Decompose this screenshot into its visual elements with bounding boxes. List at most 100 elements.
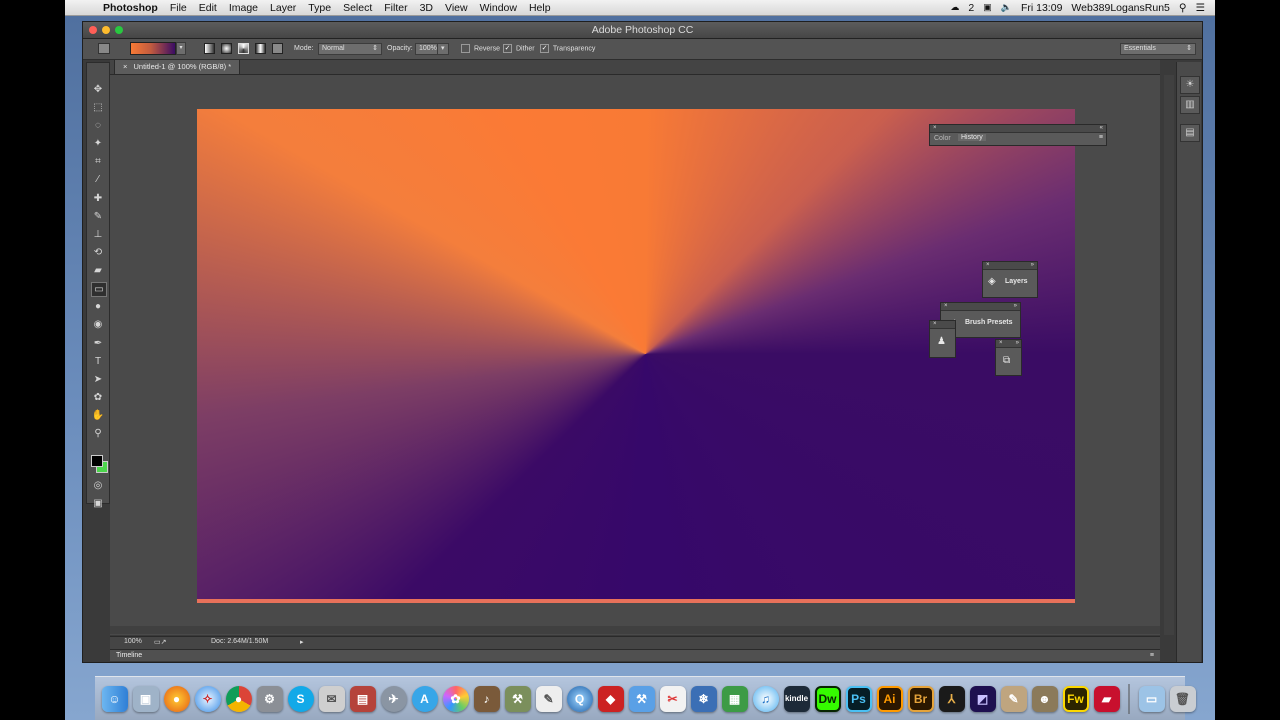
close-window-button[interactable] [89, 26, 97, 34]
system-preferences-icon[interactable]: ⚙ [256, 685, 283, 712]
reflected-gradient-icon[interactable] [255, 43, 266, 54]
acrobat-icon[interactable]: ⅄ [938, 685, 965, 712]
status-preview-icon[interactable]: ▭↗ [154, 638, 166, 646]
tool-presets-panel[interactable]: × ♟ [929, 320, 956, 358]
tab-history[interactable]: History [958, 134, 986, 141]
close-panel-icon[interactable]: × [944, 303, 948, 309]
menu-help[interactable]: Help [529, 2, 551, 14]
quicktime-icon[interactable]: Q [566, 685, 593, 712]
menu-view[interactable]: View [445, 2, 468, 14]
menu-type[interactable]: Type [308, 2, 331, 14]
eraser-tool-icon[interactable]: ▰ [91, 264, 105, 277]
illustrator-icon[interactable]: Ai [876, 685, 903, 712]
photoshop-icon[interactable]: Ps [845, 685, 872, 712]
preview-icon[interactable]: ▣ [132, 685, 159, 712]
timeline-menu-icon[interactable]: ≡ [1150, 650, 1154, 661]
xcode-icon[interactable]: ⚒ [628, 685, 655, 712]
media-encoder-icon[interactable]: ◩ [969, 685, 996, 712]
blur-tool-icon[interactable]: ● [91, 300, 105, 313]
dither-checkbox[interactable]: ✓ [503, 44, 512, 53]
crop-tool-icon[interactable]: ⌗ [91, 155, 105, 168]
menu-file[interactable]: File [170, 2, 187, 14]
textedit-icon[interactable]: ✎ [535, 685, 562, 712]
app-store-icon[interactable]: A [411, 685, 438, 712]
downloads-folder-icon[interactable]: ▭ [1138, 685, 1165, 712]
workspace-select[interactable]: Essentials ⇕ [1120, 43, 1196, 55]
candy-icon[interactable]: ✂ [659, 685, 686, 712]
close-tab-icon[interactable]: × [123, 62, 127, 71]
dreamweaver-icon[interactable]: Dw [814, 685, 841, 712]
fireworks-icon[interactable]: Fw [1062, 685, 1089, 712]
display-icon[interactable]: ▣ [983, 2, 992, 13]
panel-menu-icon[interactable]: ≡ [1099, 134, 1103, 141]
menu-image[interactable]: Image [229, 2, 258, 14]
kindle-icon[interactable]: kindle [783, 685, 810, 712]
bridge-icon[interactable]: Br [907, 685, 934, 712]
zoom-tool-icon[interactable]: ⚲ [91, 427, 105, 440]
user-name[interactable]: Web389LogansRun5 [1071, 2, 1169, 14]
launchpad-icon[interactable]: ✈ [380, 685, 407, 712]
transparency-option[interactable]: ✓ Transparency [540, 44, 595, 53]
gradient-dropdown-icon[interactable]: ▾ [176, 42, 186, 55]
utility-icon[interactable]: ⚒ [504, 685, 531, 712]
quick-mask-icon[interactable]: ◎ [91, 479, 105, 492]
reverse-checkbox[interactable] [461, 44, 470, 53]
angle-gradient-icon[interactable] [238, 43, 249, 54]
tool-preset-picker[interactable] [98, 43, 110, 54]
chrome-icon[interactable]: ● [225, 685, 252, 712]
firefox-icon[interactable]: ● [163, 685, 190, 712]
clone-source-panel[interactable]: × » ⧉ [995, 339, 1022, 376]
zoom-window-button[interactable] [115, 26, 123, 34]
script-editor-icon[interactable]: ✉ [318, 685, 345, 712]
menu-filter[interactable]: Filter [384, 2, 407, 14]
brush-tool-icon[interactable]: ✎ [91, 210, 105, 223]
menu-layer[interactable]: Layer [270, 2, 296, 14]
hand-tool-icon[interactable]: ✋ [91, 409, 105, 422]
skype-icon[interactable]: S [287, 685, 314, 712]
reverse-option[interactable]: Reverse [461, 44, 500, 53]
path-selection-tool-icon[interactable]: ➤ [91, 373, 105, 386]
mode-select[interactable]: Normal ⇕ [318, 43, 382, 55]
foreground-color-swatch[interactable] [91, 455, 103, 467]
document-tab[interactable]: × Untitled-1 @ 100% (RGB/8) * [114, 60, 241, 75]
photo-booth-icon[interactable]: ▤ [349, 685, 376, 712]
horizontal-scrollbar[interactable] [110, 626, 1160, 634]
close-panel-icon[interactable]: × [933, 321, 937, 327]
clone-stamp-tool-icon[interactable]: ⊥ [91, 228, 105, 241]
notification-center-icon[interactable]: ☰ [1196, 2, 1205, 14]
pen-tool-icon[interactable]: ✒ [91, 337, 105, 350]
vertical-scrollbar[interactable] [1164, 75, 1174, 635]
expand-panel-icon[interactable]: » [1016, 340, 1019, 347]
adjustments-panel-icon[interactable]: ☀ [1180, 76, 1200, 94]
layers-panel[interactable]: × » ◈ Layers [982, 261, 1038, 298]
opacity-dropdown-icon[interactable]: ▾ [437, 43, 449, 55]
quick-selection-tool-icon[interactable]: ✦ [91, 137, 105, 150]
expand-panel-icon[interactable]: » [1014, 303, 1017, 310]
screen-mode-icon[interactable]: ▣ [91, 497, 105, 510]
trash-icon[interactable]: 🗑 [1169, 685, 1196, 712]
history-brush-tool-icon[interactable]: ⟲ [91, 246, 105, 259]
menu-select[interactable]: Select [343, 2, 372, 14]
menu-window[interactable]: Window [480, 2, 517, 14]
close-panel-icon[interactable]: × [933, 125, 937, 131]
collapse-panel-icon[interactable]: « [1100, 125, 1103, 132]
linear-gradient-icon[interactable] [204, 43, 215, 54]
safari-icon[interactable]: ✧ [194, 685, 221, 712]
tab-color[interactable]: Color [934, 135, 951, 142]
minimize-window-button[interactable] [102, 26, 110, 34]
properties-panel-icon[interactable]: ▤ [1180, 124, 1200, 142]
gradient-tool-icon[interactable]: ▭ [91, 282, 107, 297]
healing-brush-tool-icon[interactable]: ✚ [91, 192, 105, 205]
close-panel-icon[interactable]: × [999, 340, 1003, 346]
eyedropper-tool-icon[interactable]: ⁄ [91, 173, 105, 186]
dither-option[interactable]: ✓ Dither [503, 44, 535, 53]
photos-icon[interactable]: ✿ [442, 685, 469, 712]
marquee-tool-icon[interactable]: ⬚ [91, 101, 105, 114]
zoom-level[interactable]: 100% [124, 638, 142, 645]
itunes-icon[interactable]: ♫ [752, 685, 779, 712]
filezilla-icon[interactable]: ◆ [597, 685, 624, 712]
clock[interactable]: Fri 13:09 [1021, 2, 1062, 14]
garageband-icon[interactable]: ♪ [473, 685, 500, 712]
move-tool-icon[interactable]: ✥ [91, 83, 105, 96]
shape-tool-icon[interactable]: ✿ [91, 391, 105, 404]
